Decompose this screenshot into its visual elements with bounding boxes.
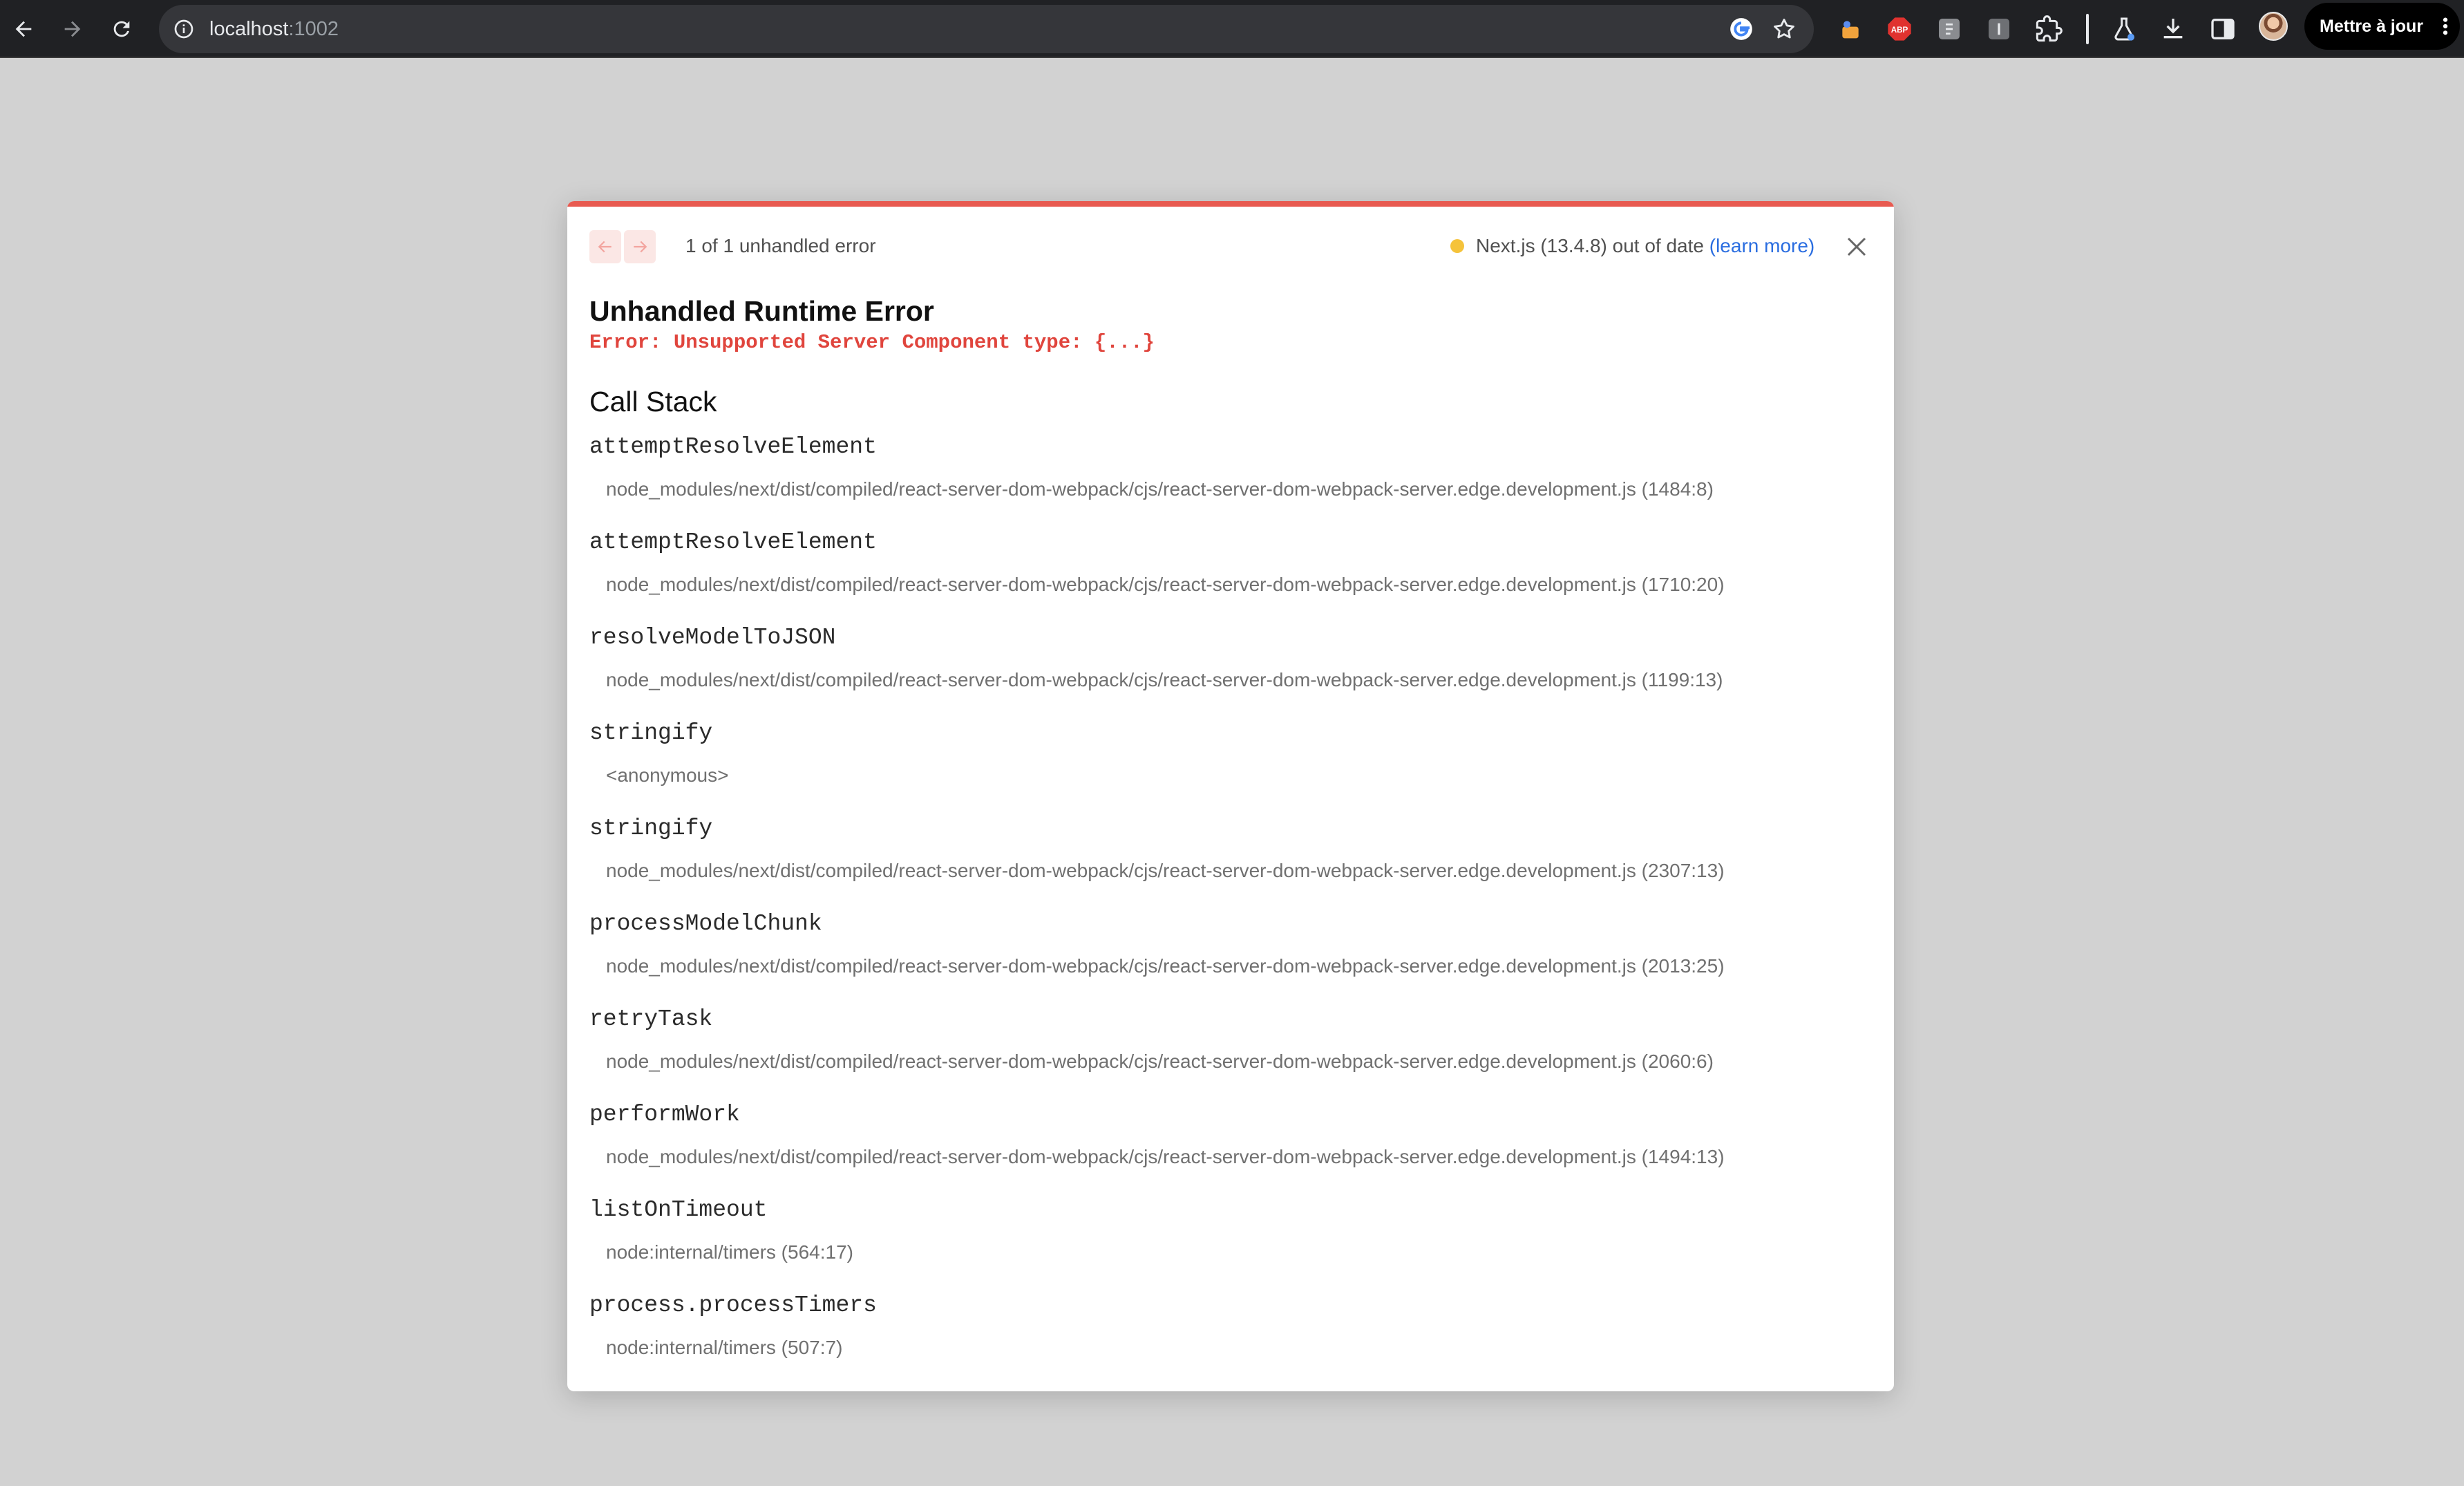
profile-avatar[interactable] xyxy=(2259,12,2288,41)
next-error-button[interactable] xyxy=(624,230,656,263)
frame-function: attemptResolveElement xyxy=(589,529,877,555)
url-host: localhost xyxy=(209,18,289,40)
extension-icon-4[interactable] xyxy=(1982,12,2016,46)
frame-location[interactable]: node_modules/next/dist/compiled/react-se… xyxy=(606,668,1723,692)
url-text[interactable]: localhost:1002 xyxy=(209,18,339,40)
forward-button[interactable] xyxy=(52,8,93,50)
more-vert-icon xyxy=(2443,17,2448,35)
error-count: 1 of 1 unhandled error xyxy=(685,235,876,256)
frame-function: attemptResolveElement xyxy=(589,434,877,460)
frame-location[interactable]: <anonymous> xyxy=(606,764,728,787)
side-panel-button[interactable] xyxy=(2206,12,2240,46)
toolbar-divider xyxy=(2086,14,2089,44)
frame-function: stringify xyxy=(589,720,713,746)
stack-frame[interactable]: retryTask node_modules/next/dist/compile… xyxy=(589,1006,1875,1101)
frame-location[interactable]: node:internal/timers (507:7) xyxy=(606,1336,842,1360)
error-overlay-dialog: 1 of 1 unhandled error Next.js (13.4.8) … xyxy=(567,201,1894,1391)
extension-icon-3[interactable] xyxy=(1932,12,1967,46)
stack-frame[interactable]: processModelChunk node_modules/next/dist… xyxy=(589,910,1875,1006)
extension-icon-4 xyxy=(1989,19,2009,39)
extension-icon-1[interactable] xyxy=(1833,12,1868,46)
frame-location[interactable]: node_modules/next/dist/compiled/react-se… xyxy=(606,859,1725,883)
side-panel-icon xyxy=(2211,19,2235,39)
browser-toolbar: localhost:1002 ABP Mettre à jour xyxy=(0,0,2464,58)
frame-location[interactable]: node_modules/next/dist/compiled/react-se… xyxy=(606,1050,1714,1073)
frame-function: retryTask xyxy=(589,1006,713,1032)
downloads-button[interactable] xyxy=(2156,12,2190,46)
download-icon xyxy=(2163,19,2183,39)
info-icon[interactable] xyxy=(173,18,195,40)
extensions-button[interactable] xyxy=(2031,12,2066,46)
adblock-plus-button[interactable]: ABP xyxy=(1882,12,1917,46)
error-pager xyxy=(589,230,658,263)
address-bar[interactable]: localhost:1002 xyxy=(159,5,1814,53)
bookmark-star-icon[interactable] xyxy=(1771,16,1797,42)
version-label: Next.js (13.4.8) out of date xyxy=(1476,235,1704,256)
url-port: :1002 xyxy=(288,18,339,40)
update-chrome-button[interactable]: Mettre à jour xyxy=(2304,3,2460,50)
stack-frame[interactable]: performWork node_modules/next/dist/compi… xyxy=(589,1101,1875,1196)
dialog-title: Unhandled Runtime Error xyxy=(589,295,934,327)
reload-icon xyxy=(113,21,130,37)
frame-function: performWork xyxy=(589,1102,740,1127)
call-stack-list: attemptResolveElement node_modules/next/… xyxy=(589,433,1875,1387)
call-stack-heading: Call Stack xyxy=(589,386,717,417)
error-accent-bar xyxy=(567,201,1894,207)
stack-frame[interactable]: stringify <anonymous> xyxy=(589,720,1875,815)
stack-frame[interactable]: process.processTimers node:internal/time… xyxy=(589,1292,1875,1387)
svg-text:ABP: ABP xyxy=(1891,26,1908,35)
version-info: Next.js (13.4.8) out of date (learn more… xyxy=(1476,234,1814,258)
frame-location[interactable]: node_modules/next/dist/compiled/react-se… xyxy=(606,478,1714,501)
frame-function: processModelChunk xyxy=(589,911,822,937)
labs-button[interactable] xyxy=(2107,12,2141,46)
previous-error-button[interactable] xyxy=(589,230,621,263)
frame-function: stringify xyxy=(589,816,713,841)
stack-frame[interactable]: listOnTimeout node:internal/timers (564:… xyxy=(589,1196,1875,1292)
stack-frame[interactable]: attemptResolveElement node_modules/next/… xyxy=(589,433,1875,529)
reload-button[interactable] xyxy=(101,8,142,50)
back-button[interactable] xyxy=(3,8,44,50)
arrow-left-icon xyxy=(598,241,612,253)
labs-flask-icon xyxy=(2114,17,2134,41)
arrow-left-icon xyxy=(15,21,32,37)
extension-icon-3 xyxy=(1939,19,1960,39)
frame-location[interactable]: node_modules/next/dist/compiled/react-se… xyxy=(606,954,1725,978)
stack-frame[interactable]: attemptResolveElement node_modules/next/… xyxy=(589,529,1875,624)
extension-icon-1 xyxy=(1842,21,1859,39)
update-button-label: Mettre à jour xyxy=(2320,16,2424,36)
puzzle-extensions-icon xyxy=(2036,15,2063,42)
learn-more-link[interactable]: (learn more) xyxy=(1709,235,1814,256)
frame-function: resolveModelToJSON xyxy=(589,625,836,650)
arrow-right-icon xyxy=(634,241,647,253)
error-message: Error: Unsupported Server Component type… xyxy=(589,331,1155,354)
frame-function: listOnTimeout xyxy=(589,1197,768,1223)
arrow-right-icon xyxy=(64,21,81,37)
frame-location[interactable]: node_modules/next/dist/compiled/react-se… xyxy=(606,1145,1725,1169)
google-lens-icon[interactable] xyxy=(1728,16,1754,42)
adblock-plus-icon: ABP xyxy=(1888,17,1911,41)
close-icon[interactable] xyxy=(1844,234,1869,259)
frame-function: process.processTimers xyxy=(589,1292,877,1318)
frame-location[interactable]: node_modules/next/dist/compiled/react-se… xyxy=(606,573,1725,596)
frame-location[interactable]: node:internal/timers (564:17) xyxy=(606,1241,853,1264)
stack-frame[interactable]: stringify node_modules/next/dist/compile… xyxy=(589,815,1875,910)
version-status-dot xyxy=(1450,239,1464,253)
stack-frame[interactable]: resolveModelToJSON node_modules/next/dis… xyxy=(589,624,1875,720)
